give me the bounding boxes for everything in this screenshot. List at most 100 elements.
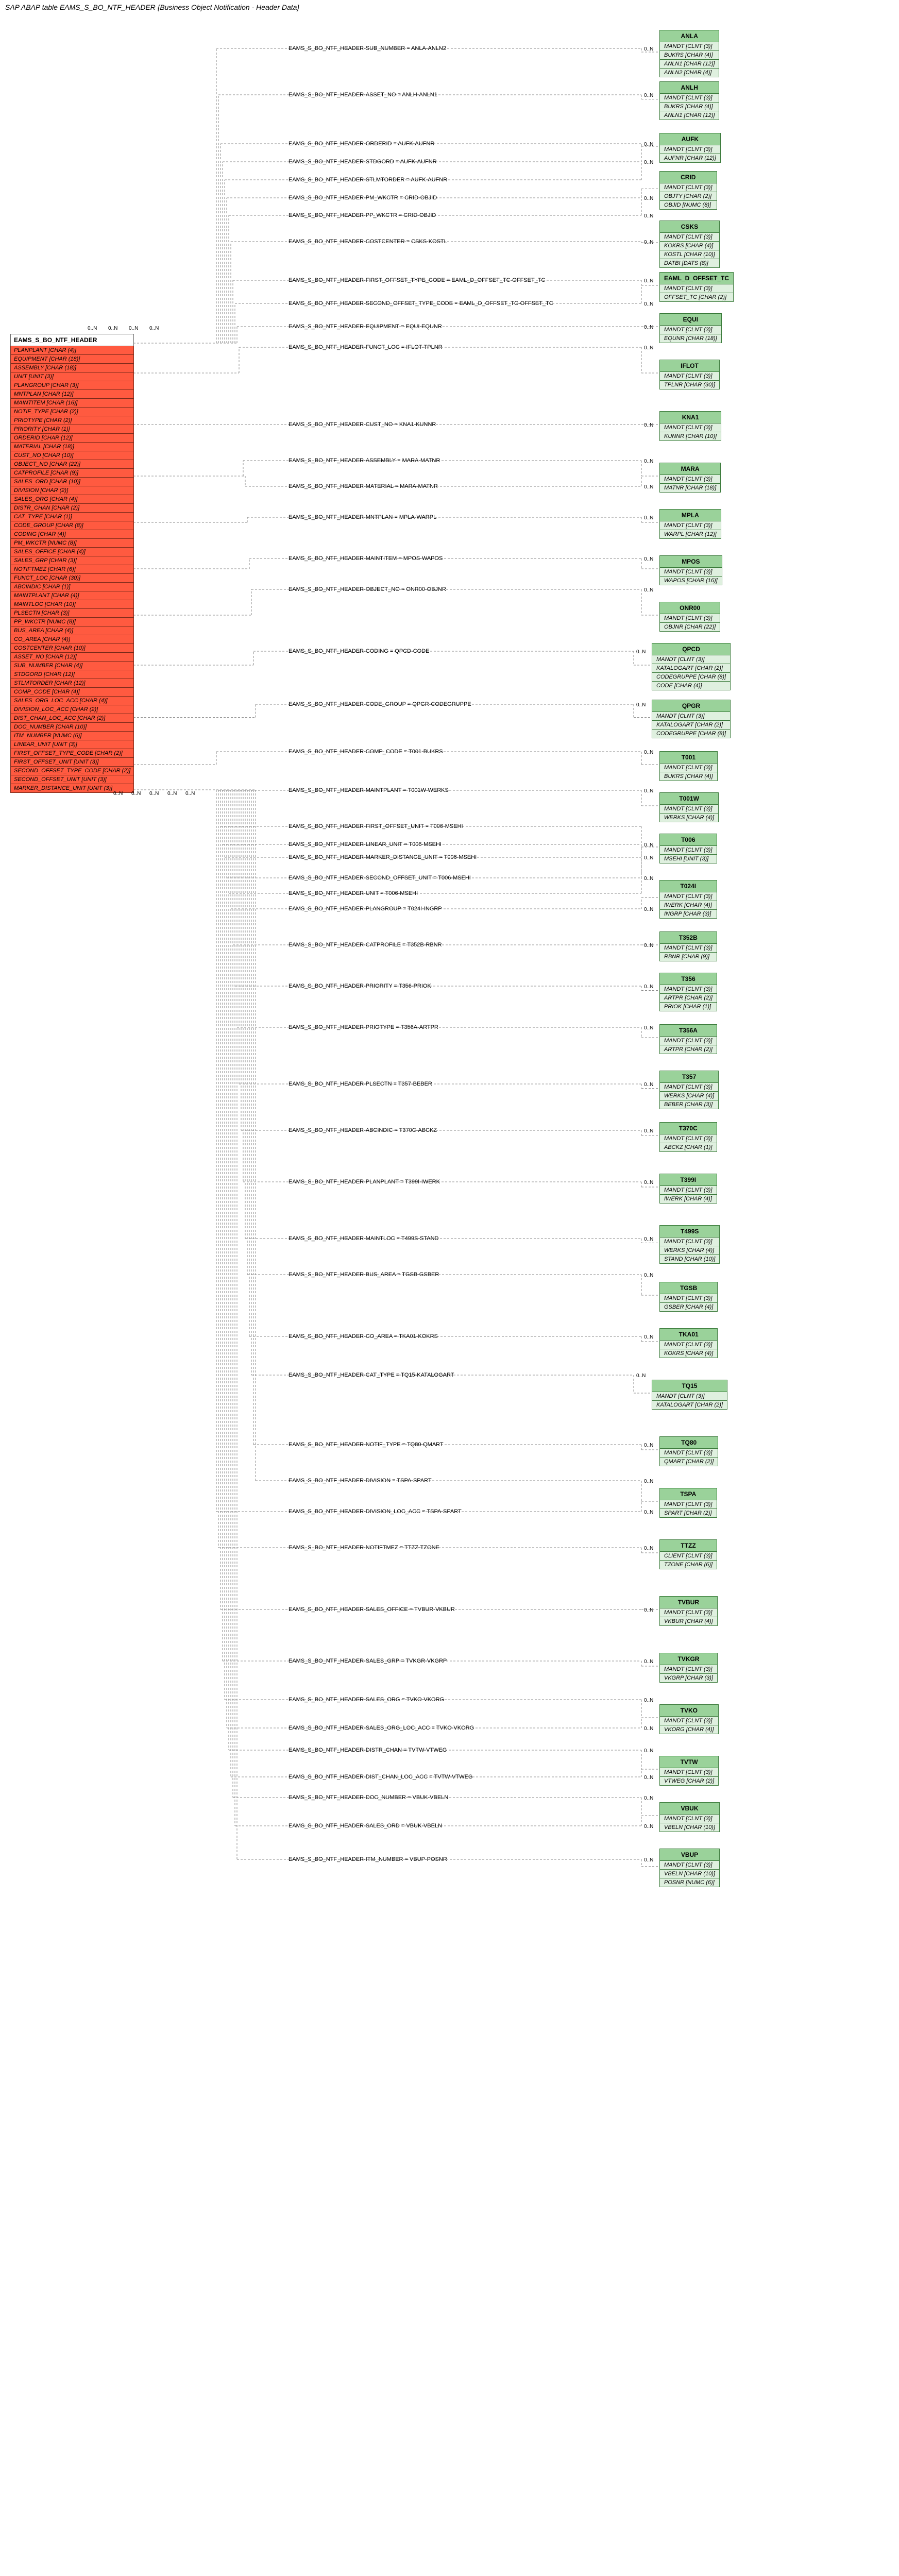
- entity-field: SALES_ORG [CHAR (4)]: [11, 495, 134, 504]
- relation-label: EAMS_S_BO_NTF_HEADER-PLANPLANT = T399I-I…: [289, 1179, 440, 1185]
- ref-entity-name: IFLOT: [660, 360, 720, 372]
- ref-entity-field: CODEGRUPPE [CHAR (8)]: [652, 730, 731, 738]
- entity-field: BUS_AREA [CHAR (4)]: [11, 626, 134, 635]
- ref-entity-field: MANDT [CLNT (3)]: [660, 1238, 720, 1246]
- ref-entity-field: ANLN1 [CHAR (12)]: [660, 111, 719, 120]
- ref-entity-field: MANDT [CLNT (3)]: [660, 1294, 718, 1303]
- relation-label: EAMS_S_BO_NTF_HEADER-PLANGROUP = T024I-I…: [289, 906, 442, 912]
- ref-entity-name: AUFK: [660, 133, 721, 145]
- ref-entity-table: T001MANDT [CLNT (3)]BUKRS [CHAR (4)]: [659, 751, 718, 781]
- ref-entity-table: VBUKMANDT [CLNT (3)]VBELN [CHAR (10)]: [659, 1802, 720, 1832]
- ref-entity-field: MANDT [CLNT (3)]: [652, 1392, 727, 1401]
- ref-entity-table: IFLOTMANDT [CLNT (3)]TPLNR [CHAR (30)]: [659, 360, 720, 389]
- ref-entity-name: CRID: [660, 172, 717, 183]
- ref-entity-field: TPLNR [CHAR (30)]: [660, 381, 720, 389]
- cardinality-label: 0..N: [644, 240, 653, 245]
- relation-label: EAMS_S_BO_NTF_HEADER-DIVISION = TSPA-SPA…: [289, 1478, 432, 1484]
- entity-field: DISTR_CHAN [CHAR (2)]: [11, 504, 134, 513]
- ref-entity-name: MPOS: [660, 556, 722, 568]
- ref-entity-field: POSNR [NUMC (6)]: [660, 1878, 720, 1887]
- ref-entity-field: OFFSET_TC [CHAR (2)]: [660, 293, 734, 302]
- ref-entity-field: MANDT [CLNT (3)]: [660, 1449, 718, 1458]
- ref-entity-field: MANDT [CLNT (3)]: [660, 475, 721, 484]
- entity-field: CODE_GROUP [CHAR (8)]: [11, 521, 134, 530]
- entity-field: CATPROFILE [CHAR (9)]: [11, 469, 134, 478]
- ref-entity-name: TSPA: [660, 1488, 717, 1500]
- ref-entity-field: MANDT [CLNT (3)]: [660, 944, 717, 953]
- entity-field: SUB_NUMBER [CHAR (4)]: [11, 662, 134, 670]
- ref-entity-field: MANDT [CLNT (3)]: [660, 1768, 719, 1777]
- ref-entity-field: MANDT [CLNT (3)]: [660, 1861, 720, 1870]
- ref-entity-field: WAPOS [CHAR (16)]: [660, 577, 722, 585]
- relation-label: EAMS_S_BO_NTF_HEADER-NOTIFTMEZ = TTZZ-TZ…: [289, 1545, 439, 1551]
- ref-entity-field: MANDT [CLNT (3)]: [660, 521, 721, 530]
- ref-entity-field: MANDT [CLNT (3)]: [660, 326, 722, 334]
- ref-entity-name: ANLH: [660, 82, 719, 94]
- ref-entity-table: CRIDMANDT [CLNT (3)]OBJTY [CHAR (2)]OBJI…: [659, 171, 717, 210]
- entity-field: SECOND_OFFSET_UNIT [UNIT (3)]: [11, 775, 134, 784]
- entity-field: PP_WKCTR [NUMC (8)]: [11, 618, 134, 626]
- cardinality-label: 0..N: [149, 791, 159, 796]
- ref-entity-field: WERKS [CHAR (4)]: [660, 1246, 720, 1255]
- entity-field: ASSET_NO [CHAR (12)]: [11, 653, 134, 662]
- ref-entity-name: MARA: [660, 463, 721, 475]
- cardinality-label: 0..N: [644, 1273, 653, 1278]
- relation-label: EAMS_S_BO_NTF_HEADER-FIRST_OFFSET_TYPE_C…: [289, 277, 545, 283]
- cardinality-label: 0..N: [644, 788, 653, 794]
- ref-entity-table: KNA1MANDT [CLNT (3)]KUNNR [CHAR (10)]: [659, 411, 721, 441]
- ref-entity-name: TVKGR: [660, 1653, 718, 1665]
- cardinality-label: 0..N: [644, 1443, 653, 1448]
- entity-field: SECOND_OFFSET_TYPE_CODE [CHAR (2)]: [11, 767, 134, 775]
- cardinality-label: 0..N: [644, 142, 653, 147]
- cardinality-label: 0..N: [644, 1795, 653, 1801]
- ref-entity-name: CSKS: [660, 221, 720, 233]
- cardinality-label: 0..N: [644, 345, 653, 351]
- ref-entity-field: KUNNR [CHAR (10)]: [660, 432, 721, 441]
- cardinality-label: 0..N: [644, 422, 653, 428]
- connector-svg: [0, 14, 899, 2576]
- relation-label: EAMS_S_BO_NTF_HEADER-SALES_ORG_LOC_ACC =…: [289, 1725, 474, 1731]
- relation-label: EAMS_S_BO_NTF_HEADER-PP_WKCTR = CRID-OBJ…: [289, 212, 436, 218]
- relation-label: EAMS_S_BO_NTF_HEADER-PM_WKCTR = CRID-OBJ…: [289, 195, 437, 201]
- ref-entity-table: ANLHMANDT [CLNT (3)]BUKRS [CHAR (4)]ANLN…: [659, 81, 719, 120]
- relation-label: EAMS_S_BO_NTF_HEADER-COMP_CODE = T001-BU…: [289, 749, 443, 755]
- ref-entity-field: PRIOK [CHAR (1)]: [660, 1003, 717, 1011]
- ref-entity-name: QPGR: [652, 700, 731, 712]
- cardinality-label: 0..N: [644, 1607, 653, 1613]
- entity-field: DOC_NUMBER [CHAR (10)]: [11, 723, 134, 732]
- ref-entity-field: KOSTL [CHAR (10)]: [660, 250, 720, 259]
- ref-entity-table: ANLAMANDT [CLNT (3)]BUKRS [CHAR (4)]ANLN…: [659, 30, 719, 77]
- ref-entity-name: TQ15: [652, 1380, 727, 1392]
- cardinality-label: 0..N: [644, 1180, 653, 1185]
- entity-field: PLSECTN [CHAR (3)]: [11, 609, 134, 618]
- cardinality-label: 0..N: [644, 301, 653, 307]
- cardinality-label: 0..N: [644, 1236, 653, 1242]
- ref-entity-table: AUFKMANDT [CLNT (3)]AUFNR [CHAR (12)]: [659, 133, 721, 163]
- ref-entity-field: MANDT [CLNT (3)]: [660, 892, 717, 901]
- ref-entity-table: TKA01MANDT [CLNT (3)]KOKRS [CHAR (4)]: [659, 1328, 718, 1358]
- cardinality-label: 0..N: [636, 702, 646, 708]
- ref-entity-field: MANDT [CLNT (3)]: [660, 1500, 717, 1509]
- ref-entity-name: MPLA: [660, 510, 721, 521]
- ref-entity-field: VBELN [CHAR (10)]: [660, 1870, 720, 1878]
- ref-entity-table: T370CMANDT [CLNT (3)]ABCKZ [CHAR (1)]: [659, 1122, 717, 1152]
- cardinality-label: 0..N: [644, 842, 653, 848]
- relation-label: EAMS_S_BO_NTF_HEADER-MARKER_DISTANCE_UNI…: [289, 854, 477, 860]
- ref-entity-field: MANDT [CLNT (3)]: [660, 568, 722, 577]
- entity-field: UNIT [UNIT (3)]: [11, 372, 134, 381]
- cardinality-label: 0..N: [644, 750, 653, 755]
- cardinality-label: 0..N: [149, 326, 159, 331]
- cardinality-label: 0..N: [644, 484, 653, 490]
- entity-field: SALES_GRP [CHAR (3)]: [11, 556, 134, 565]
- entity-field: PRIOTYPE [CHAR (2)]: [11, 416, 134, 425]
- cardinality-label: 0..N: [644, 325, 653, 330]
- cardinality-label: 0..N: [644, 984, 653, 990]
- relation-label: EAMS_S_BO_NTF_HEADER-ITM_NUMBER = VBUP-P…: [289, 1856, 447, 1862]
- entity-field: PM_WKCTR [NUMC (8)]: [11, 539, 134, 548]
- ref-entity-field: BEBER [CHAR (3)]: [660, 1100, 719, 1109]
- ref-entity-field: DATBI [DATS (8)]: [660, 259, 720, 268]
- ref-entity-table: TSPAMANDT [CLNT (3)]SPART [CHAR (2)]: [659, 1488, 717, 1518]
- entity-field: PLANPLANT [CHAR (4)]: [11, 346, 134, 355]
- ref-entity-name: TTZZ: [660, 1540, 717, 1552]
- cardinality-label: 0..N: [644, 587, 653, 593]
